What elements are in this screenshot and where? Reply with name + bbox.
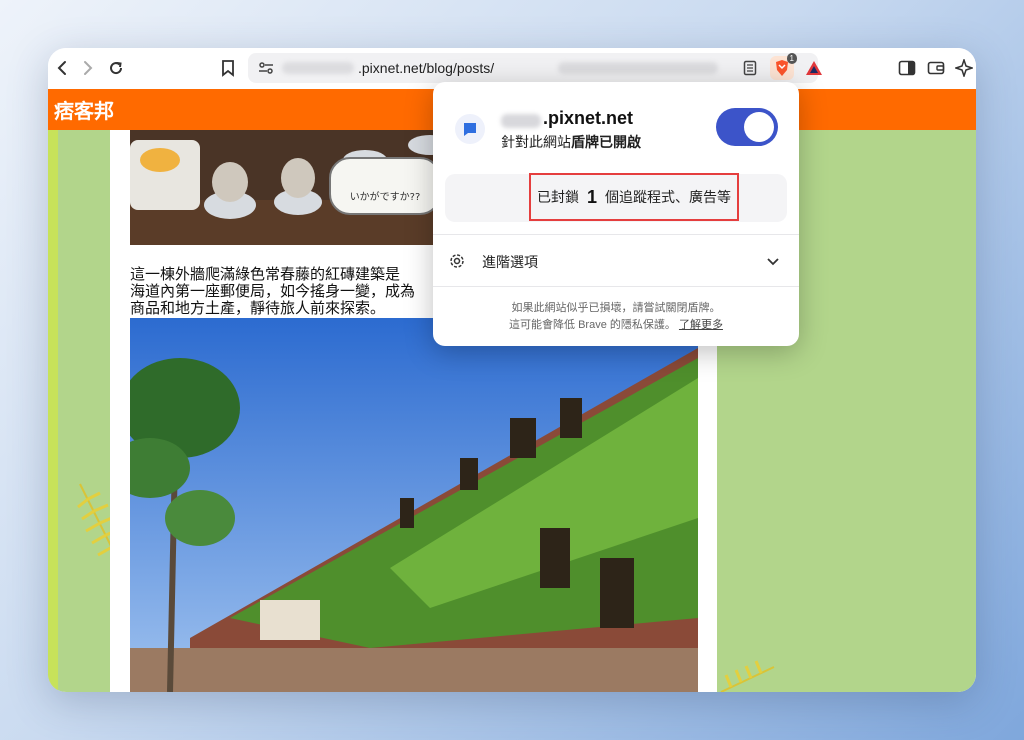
brave-shields-panel: .pixnet.net 針對此網站盾牌已開啟 已封鎖 1 個追蹤程式、廣告等 進… <box>433 82 799 346</box>
photo-sign-text: いかがですか?? <box>350 190 421 203</box>
blocked-count: 1 <box>586 186 597 207</box>
back-button[interactable] <box>50 56 74 80</box>
advanced-options-row[interactable]: 進階選項 <box>433 236 799 286</box>
site-settings-icon <box>259 62 273 74</box>
blocked-summary-card[interactable]: 已封鎖 1 個追蹤程式、廣告等 <box>445 173 787 222</box>
chevron-down-icon <box>767 258 779 266</box>
url-redacted <box>282 62 354 74</box>
footer-line-2: 這可能會降低 Brave 的隱私保護。 了解更多 <box>433 317 799 334</box>
divider <box>433 286 799 287</box>
footer-line-1: 如果此網站似乎已損壞，請嘗試關閉盾牌。 <box>511 302 721 314</box>
advanced-options-label: 進階選項 <box>482 254 538 270</box>
reader-mode-button[interactable] <box>738 56 762 80</box>
site-favicon <box>455 114 485 144</box>
reader-mode-icon <box>743 60 757 76</box>
reload-icon <box>110 62 123 75</box>
blocked-suffix: 個追蹤程式、廣告等 <box>605 189 731 205</box>
fern-decoration-right <box>720 660 775 692</box>
article-photo-building <box>130 318 698 692</box>
blocked-prefix: 已封鎖 <box>536 189 579 205</box>
leo-ai-button[interactable] <box>952 56 976 80</box>
leo-ai-icon <box>955 59 973 77</box>
forward-button[interactable] <box>76 56 100 80</box>
article-line: 這一棟外牆爬滿綠色常春藤的紅磚建築是 <box>130 267 401 283</box>
bookmark-button[interactable] <box>216 56 240 80</box>
brave-shields-button[interactable]: 1 <box>770 53 797 80</box>
back-icon <box>57 61 66 75</box>
shields-status: 針對此網站盾牌已開啟 <box>501 132 641 152</box>
reload-button[interactable] <box>104 56 128 80</box>
site-logo[interactable]: 痞客邦 <box>54 95 114 124</box>
blocked-summary-highlight: 已封鎖 1 個追蹤程式、廣告等 <box>529 173 739 221</box>
toggle-knob <box>744 112 774 142</box>
domain-redacted <box>501 114 541 128</box>
brave-rewards-icon <box>806 61 822 75</box>
shields-toggle[interactable] <box>716 108 778 146</box>
shields-status-prefix: 針對此網站 <box>501 134 571 150</box>
site-domain: .pixnet.net <box>543 108 634 128</box>
sidebar-button[interactable] <box>895 56 919 80</box>
bookmark-icon <box>222 60 234 77</box>
wallet-button[interactable] <box>924 56 948 80</box>
article-line: 海道內第一座郵便局，如今搖身一變，成為 <box>130 284 416 300</box>
footer-line-2-text: 這可能會降低 Brave 的隱私保護。 <box>509 319 676 331</box>
address-bar[interactable]: .pixnet.net/blog/posts/ 1 <box>248 53 822 83</box>
brave-rewards-button[interactable] <box>802 56 826 80</box>
article-line: 商品和地方土產，靜待旅人前來探索。 <box>130 301 386 317</box>
shields-footer-note: 如果此網站似乎已損壞，請嘗試關閉盾牌。 這可能會降低 Brave 的隱私保護。 … <box>433 300 799 334</box>
forward-icon <box>84 61 93 75</box>
article-text: 這一棟外牆爬滿綠色常春藤的紅磚建築是 海道內第一座郵便局，如今搖身一變，成為 商… <box>130 267 430 318</box>
sidebar-icon <box>898 60 916 76</box>
learn-more-link[interactable]: 了解更多 <box>679 319 723 331</box>
url-text: .pixnet.net/blog/posts/ <box>358 60 495 76</box>
site-settings-button[interactable] <box>254 56 278 80</box>
chat-bubble-icon <box>464 123 476 136</box>
gear-icon <box>450 254 464 268</box>
shields-badge: 1 <box>786 53 797 64</box>
url-redacted-tail <box>558 62 718 74</box>
wallet-icon <box>927 61 945 75</box>
decorative-strip <box>48 130 58 692</box>
divider <box>433 234 799 235</box>
shields-status-bold: 盾牌已開啟 <box>571 134 641 150</box>
